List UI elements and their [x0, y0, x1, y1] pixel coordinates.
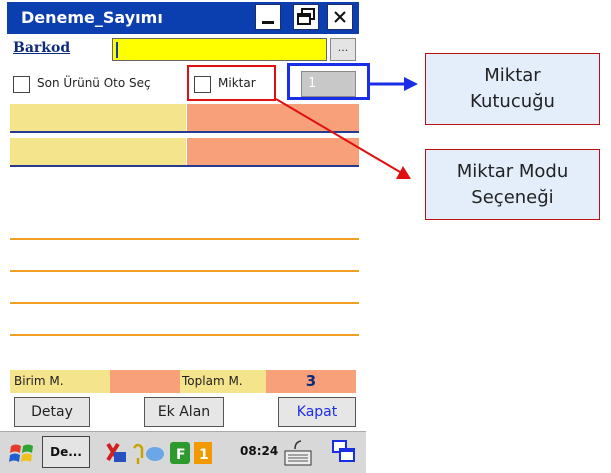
kapat-button[interactable]: Kapat — [278, 397, 356, 427]
detay-button[interactable]: Detay — [14, 397, 90, 427]
minimize-button[interactable] — [255, 4, 281, 30]
row-divider — [10, 165, 359, 167]
windows-start-icon[interactable] — [8, 440, 36, 468]
callout-miktar-kutucugu: Miktar Kutucuğu — [425, 53, 600, 125]
row-divider — [10, 131, 359, 133]
toplam-label: Toplam M. — [180, 370, 266, 393]
birim-label: Birim M. — [10, 370, 110, 393]
restore-button[interactable] — [293, 4, 319, 30]
quantity-box-highlight — [287, 63, 370, 100]
taskbar-app-button[interactable]: De... — [42, 436, 90, 468]
list-line — [10, 270, 359, 272]
close-icon — [334, 11, 346, 23]
ek-alan-button[interactable]: Ek Alan — [144, 397, 224, 427]
svg-text:F: F — [176, 447, 186, 463]
clock: 08:24 — [240, 444, 279, 458]
minimize-icon — [262, 21, 274, 24]
text-caret — [116, 42, 118, 58]
window-switch-icon[interactable] — [331, 439, 357, 465]
list-line — [10, 302, 359, 304]
son-urunu-label: Son Ürünü Oto Seç — [37, 76, 151, 90]
birim-value — [110, 370, 180, 393]
barkod-label: Barkod — [13, 40, 71, 56]
son-urunu-checkbox[interactable] — [13, 76, 30, 93]
list-row-2-cell-2[interactable] — [187, 138, 359, 165]
toplam-value: 3 — [266, 370, 356, 393]
list-row-1-cell-1[interactable] — [10, 104, 186, 131]
list-line — [10, 334, 359, 336]
list-line — [10, 238, 359, 240]
barcode-browse-button[interactable]: ... — [330, 38, 356, 61]
list-row-2-cell-1[interactable] — [10, 138, 186, 165]
miktar-mode-highlight — [187, 65, 276, 101]
close-button[interactable] — [327, 4, 353, 30]
callout-miktar-modu: Miktar Modu Seçeneği — [425, 149, 600, 220]
window-title: Deneme_Sayımı — [21, 8, 163, 27]
list-row-1-cell-2[interactable] — [187, 104, 359, 131]
barcode-input[interactable] — [112, 38, 327, 61]
restore-icon — [297, 8, 315, 25]
keyboard-icon[interactable] — [283, 439, 313, 467]
blue-arrow-icon — [370, 77, 418, 91]
svg-text:1: 1 — [199, 447, 209, 463]
